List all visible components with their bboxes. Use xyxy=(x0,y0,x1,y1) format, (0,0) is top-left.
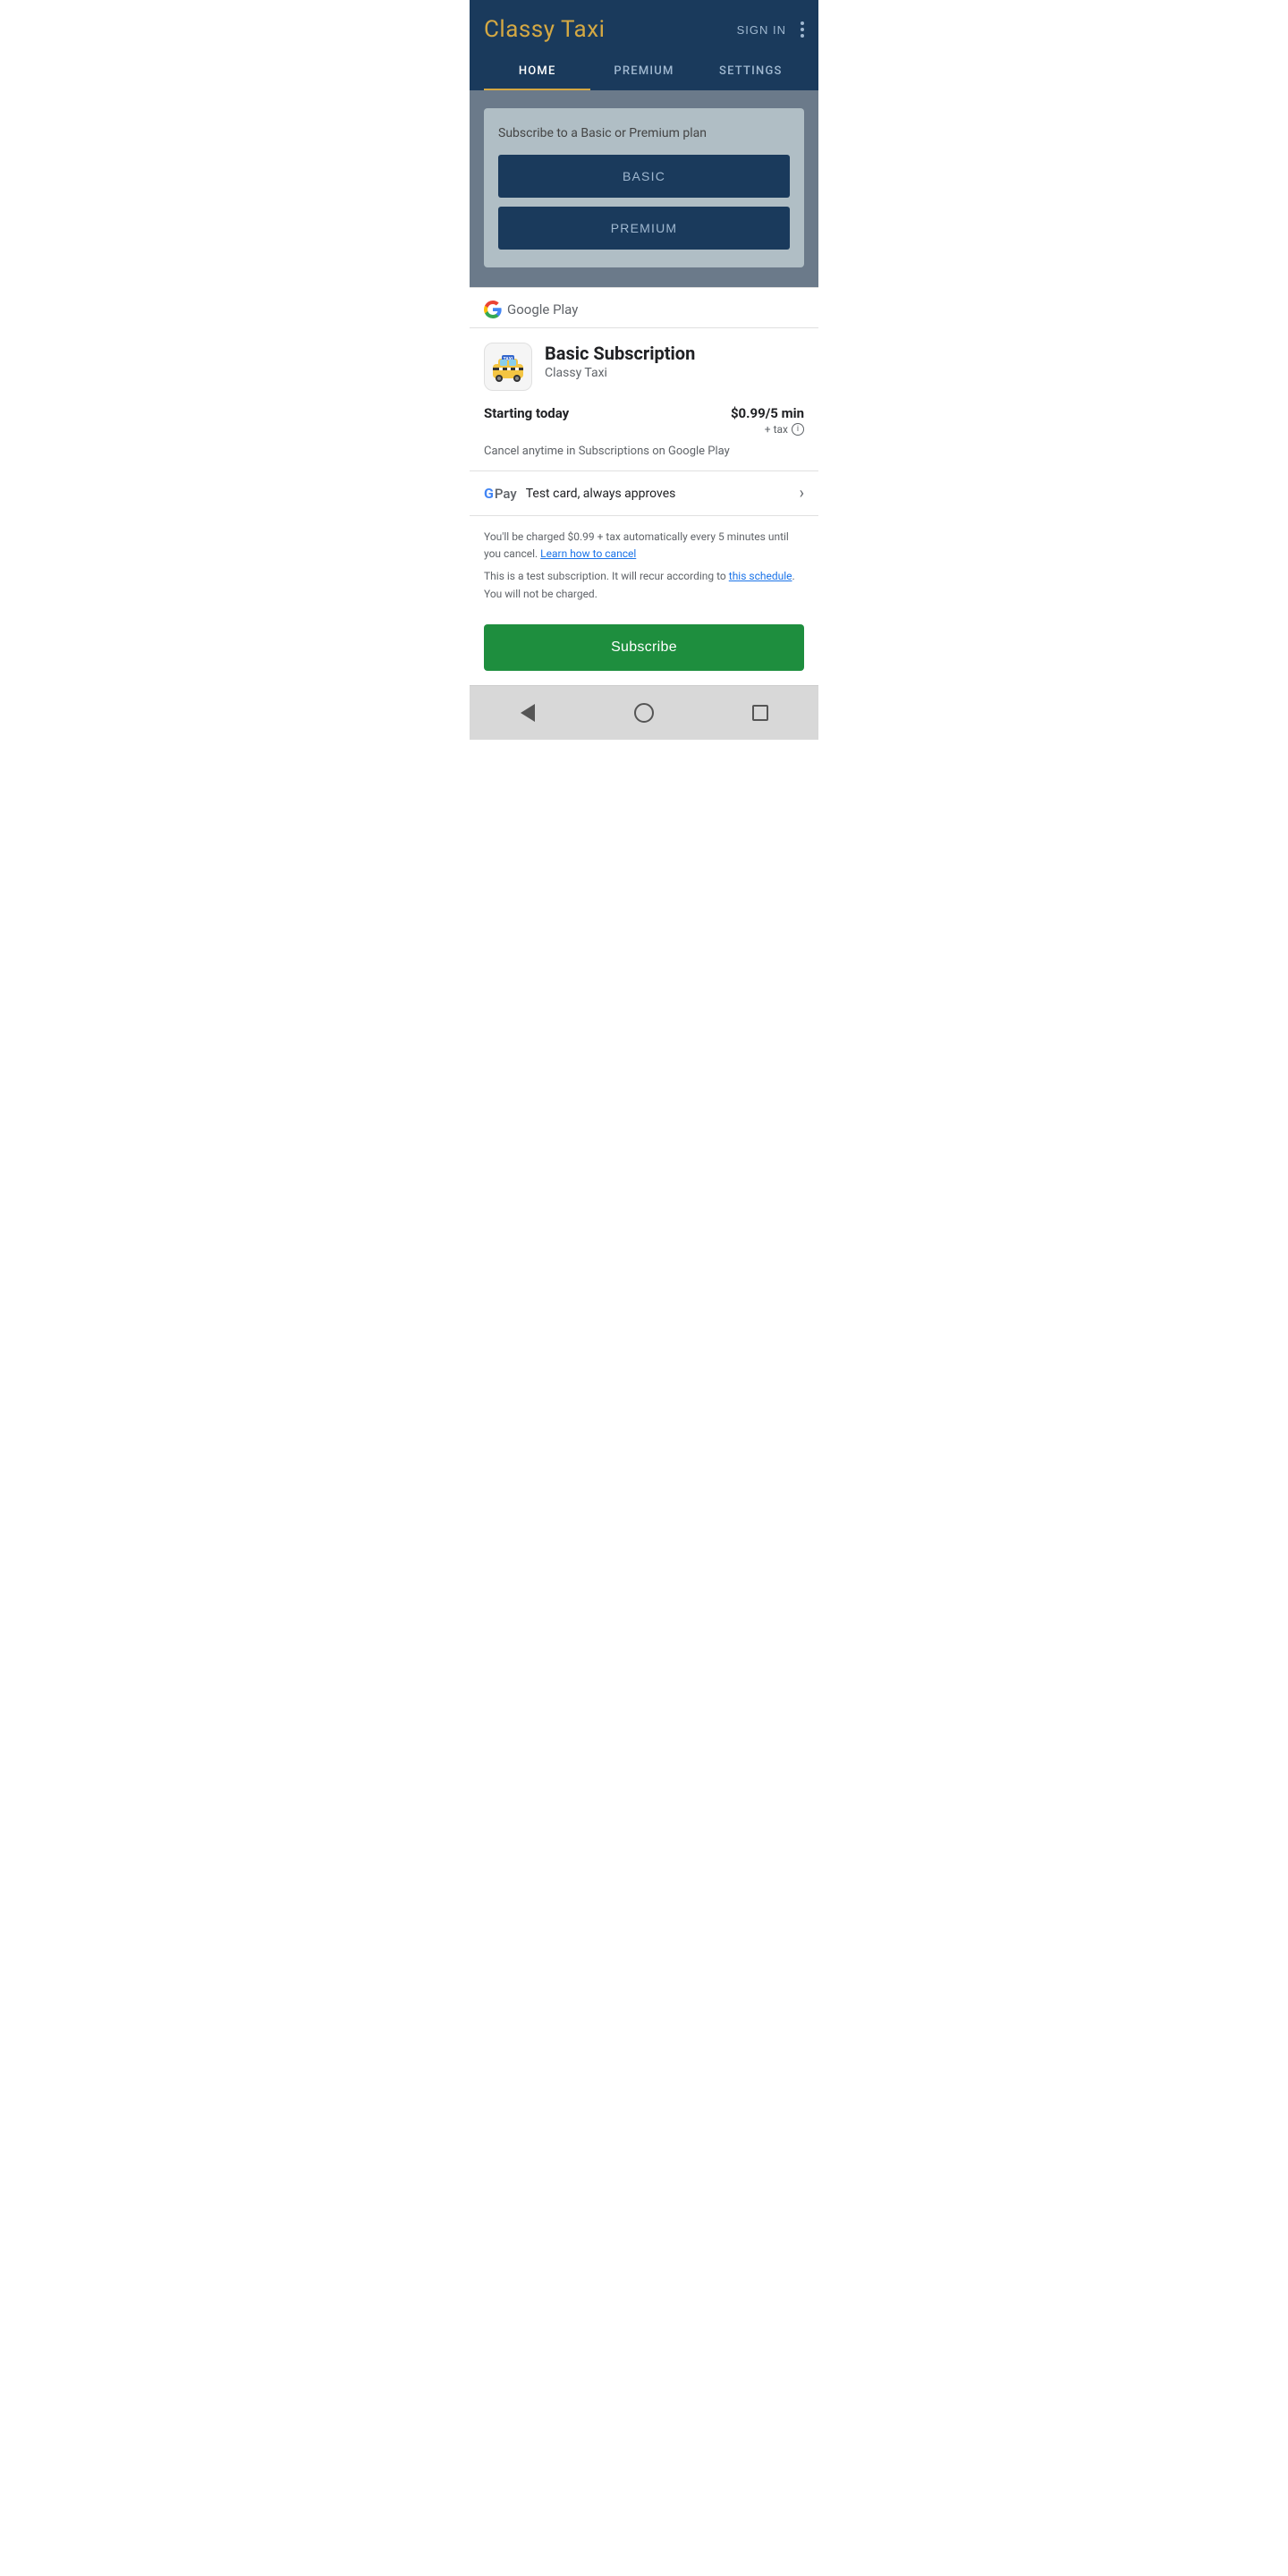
subscription-card-title: Subscribe to a Basic or Premium plan xyxy=(498,126,790,140)
subscribe-btn-wrap: Subscribe xyxy=(470,610,818,685)
billing-text-1: You'll be charged $0.99 + tax automatica… xyxy=(484,529,804,563)
payment-left: G Pay Test card, always approves xyxy=(484,485,675,502)
gpay-pay: Pay xyxy=(495,486,517,502)
basic-plan-button[interactable]: BASIC xyxy=(498,155,790,198)
google-play-logo: Google Play xyxy=(484,301,804,318)
more-options-icon[interactable] xyxy=(801,21,804,38)
taxi-icon: TAXI xyxy=(490,352,526,382)
header-top: Classy Taxi SIGN IN xyxy=(484,16,804,54)
header-right: SIGN IN xyxy=(737,21,804,38)
google-play-sheet: Google Play TAXI xyxy=(470,287,818,685)
gpay-logo: G Pay xyxy=(484,485,517,502)
back-button[interactable] xyxy=(512,697,544,729)
learn-cancel-link[interactable]: Learn how to cancel xyxy=(540,547,636,560)
app-title: Classy Taxi xyxy=(484,16,605,43)
tax-info-icon[interactable]: i xyxy=(792,423,804,436)
pricing-row: Starting today $0.99/5 min + tax i xyxy=(470,391,818,436)
system-nav-bar xyxy=(470,685,818,740)
billing-info: You'll be charged $0.99 + tax automatica… xyxy=(470,516,818,610)
payment-card-text: Test card, always approves xyxy=(526,487,676,501)
subscription-prompt-card: Subscribe to a Basic or Premium plan BAS… xyxy=(484,108,804,267)
app-icon: TAXI xyxy=(484,343,532,391)
subscribe-button[interactable]: Subscribe xyxy=(484,624,804,671)
tab-premium[interactable]: PREMIUM xyxy=(590,54,697,90)
cancel-note: Cancel anytime in Subscriptions on Googl… xyxy=(470,436,818,471)
home-button[interactable] xyxy=(628,697,660,729)
billing-text-2: This is a test subscription. It will rec… xyxy=(484,568,804,602)
gpay-g: G xyxy=(484,485,494,502)
app-header: Classy Taxi SIGN IN HOME PREMIUM SETTING… xyxy=(470,0,818,90)
schedule-link[interactable]: this schedule xyxy=(729,570,792,582)
back-icon xyxy=(521,704,535,722)
nav-tabs: HOME PREMIUM SETTINGS xyxy=(484,54,804,90)
pricing-value: $0.99/5 min + tax i xyxy=(731,405,804,436)
payment-chevron-icon: › xyxy=(800,484,804,503)
home-icon xyxy=(634,703,654,723)
starting-today-label: Starting today xyxy=(484,405,569,421)
recent-icon xyxy=(752,705,768,721)
recent-apps-button[interactable] xyxy=(744,697,776,729)
tab-home[interactable]: HOME xyxy=(484,54,590,90)
subscription-info: TAXI Basic Subscription Classy Taxi xyxy=(470,328,818,391)
google-play-header: Google Play xyxy=(470,288,818,328)
payment-method-row[interactable]: G Pay Test card, always approves › xyxy=(470,471,818,516)
sign-in-button[interactable]: SIGN IN xyxy=(737,23,786,37)
subscription-title-block: Basic Subscription Classy Taxi xyxy=(545,343,695,380)
subscription-title: Basic Subscription xyxy=(545,343,695,364)
subscription-app-name: Classy Taxi xyxy=(545,366,695,380)
premium-plan-button[interactable]: PREMIUM xyxy=(498,207,790,250)
google-g-icon xyxy=(484,301,502,318)
google-play-label: Google Play xyxy=(507,301,578,318)
tab-settings[interactable]: SETTINGS xyxy=(698,54,804,90)
price-amount: $0.99/5 min xyxy=(731,405,804,421)
app-main-content: Subscribe to a Basic or Premium plan BAS… xyxy=(470,90,818,287)
price-tax: + tax i xyxy=(731,423,804,436)
